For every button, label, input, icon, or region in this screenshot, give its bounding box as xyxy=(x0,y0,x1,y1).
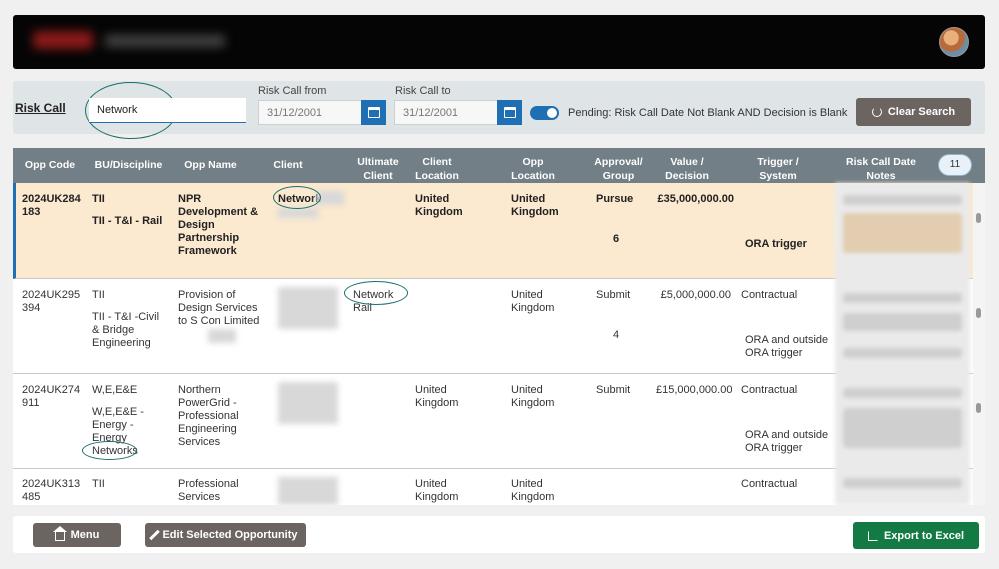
clear-search-button[interactable]: Clear Search xyxy=(856,98,971,126)
opp-name: Northern PowerGrid - Professional Engine… xyxy=(178,384,239,448)
opp-location: United Kingdom xyxy=(511,289,555,314)
approval: Pursue xyxy=(596,193,634,205)
clear-search-label: Clear Search xyxy=(887,106,956,118)
app-header xyxy=(13,15,985,69)
redacted-client xyxy=(278,382,338,424)
annotation-circle xyxy=(82,441,137,460)
risk-call-search-input[interactable] xyxy=(89,98,246,123)
discipline: TII - T&I -Civil & Bridge Engineering xyxy=(92,311,160,349)
annotation-circle xyxy=(273,186,321,209)
col-bu-discipline[interactable]: BU/Discipline xyxy=(91,158,166,172)
col-approval-group[interactable]: Approval/ Group xyxy=(591,155,646,183)
client-location: United Kingdom xyxy=(415,478,459,503)
bu: TII xyxy=(92,478,105,490)
home-icon xyxy=(52,526,67,541)
col-risk-call-notes[interactable]: Risk Call Date Notes xyxy=(841,155,921,183)
trigger-system: Contractual xyxy=(741,289,798,301)
trigger-system: Contractual xyxy=(741,384,798,396)
risk-call-from-label: Risk Call from xyxy=(258,85,327,97)
opp-location: United Kingdom xyxy=(511,478,555,503)
pending-toggle-label: Pending: Risk Call Date Not Blank AND De… xyxy=(568,107,848,119)
opp-location: United Kingdom xyxy=(511,193,559,218)
calendar-from-button[interactable] xyxy=(361,100,386,125)
footer-bar: Menu Edit Selected Opportunity Export to… xyxy=(13,516,985,553)
menu-label: Menu xyxy=(70,529,100,541)
menu-button[interactable]: Menu xyxy=(33,523,121,547)
export-excel-button[interactable]: Export to Excel xyxy=(853,522,979,549)
table-header: Opp Code BU/Discipline Opp Name Client U… xyxy=(13,148,985,183)
annotation-circle xyxy=(344,281,408,305)
risk-call-to-date[interactable]: 31/12/2001 xyxy=(394,100,499,125)
trigger-detail: ORA and outside ORA trigger xyxy=(745,429,829,454)
pencil-icon xyxy=(149,529,161,541)
col-client-location[interactable]: Client Location xyxy=(413,155,461,183)
opportunities-table: Opp Code BU/Discipline Opp Name Client U… xyxy=(13,148,985,505)
col-ultimate-client[interactable]: Ultimate Client xyxy=(351,155,405,183)
trigger-detail: ORA and outside ORA trigger xyxy=(745,334,829,359)
opp-code: 2024UK313 485 xyxy=(22,478,81,503)
export-label: Export to Excel xyxy=(883,529,965,542)
opp-code: 2024UK295 394 xyxy=(22,289,81,314)
approval: Submit xyxy=(596,384,631,396)
trigger-system: Contractual xyxy=(741,478,798,490)
risk-call-from-date[interactable]: 31/12/2001 xyxy=(258,100,363,125)
filter-bar: Risk Call Risk Call from 31/12/2001 Risk… xyxy=(13,81,985,139)
edit-opportunity-button[interactable]: Edit Selected Opportunity xyxy=(145,523,306,547)
calendar-icon xyxy=(367,107,380,118)
table-row[interactable]: 2024UK284 183 TII TII - T&I - Rail NPR D… xyxy=(13,183,973,279)
opp-name: Provision of Design Services to S Con Li… xyxy=(178,289,260,327)
user-avatar[interactable] xyxy=(939,27,969,57)
value: £15,000,000.00 xyxy=(656,384,733,396)
trigger-system: ORA trigger xyxy=(745,238,807,250)
redacted-client xyxy=(278,477,338,505)
pending-toggle[interactable] xyxy=(530,106,559,120)
record-count-badge: 11 xyxy=(938,154,972,176)
client-location: United Kingdom xyxy=(415,193,463,218)
edit-label: Edit Selected Opportunity xyxy=(162,529,298,541)
export-icon xyxy=(867,530,878,541)
opp-location: United Kingdom xyxy=(511,384,555,409)
col-value-decision[interactable]: Value / Decision xyxy=(661,155,713,183)
col-opp-code[interactable]: Opp Code xyxy=(19,158,81,172)
opp-code: 2024UK284 183 xyxy=(22,193,81,218)
risk-call-notes-redacted xyxy=(835,183,970,505)
redacted-client xyxy=(278,208,318,218)
opp-name: Professional Services Contract xyxy=(178,478,239,505)
redacted-client xyxy=(278,287,338,329)
redacted-text xyxy=(208,329,236,343)
risk-call-to-label: Risk Call to xyxy=(395,85,451,97)
table-row[interactable]: 2024UK274 911 W,E,E&E W,E,E&E - Energy -… xyxy=(13,374,973,469)
col-client[interactable]: Client xyxy=(268,158,308,172)
company-logo xyxy=(25,25,240,57)
group: 4 xyxy=(613,329,620,341)
col-trigger-system[interactable]: Trigger / System xyxy=(747,155,809,183)
table-row[interactable]: 2024UK313 485 TII Professional Services … xyxy=(13,469,973,505)
opp-code: 2024UK274 911 xyxy=(22,384,81,409)
table-scrollbar[interactable] xyxy=(973,183,985,505)
group: 6 xyxy=(613,233,620,245)
client-location: United Kingdom xyxy=(415,384,459,409)
bu: TII xyxy=(92,193,105,205)
approval: Submit xyxy=(596,289,631,301)
value: £35,000,000.00 xyxy=(657,193,734,205)
opp-name: NPR Development & Design Partnership Fra… xyxy=(178,193,259,257)
discipline: TII - T&I - Rail xyxy=(92,215,163,227)
bu: TII xyxy=(92,289,105,301)
refresh-icon xyxy=(871,107,882,117)
risk-call-label: Risk Call xyxy=(15,101,66,115)
table-row[interactable]: 2024UK295 394 TII TII - T&I -Civil & Bri… xyxy=(13,279,973,374)
col-opp-location[interactable]: Opp Location xyxy=(509,155,557,183)
col-opp-name[interactable]: Opp Name xyxy=(178,158,243,172)
calendar-icon xyxy=(503,107,516,118)
value: £5,000,000.00 xyxy=(660,289,731,301)
bu: W,E,E&E xyxy=(92,384,138,396)
calendar-to-button[interactable] xyxy=(497,100,522,125)
